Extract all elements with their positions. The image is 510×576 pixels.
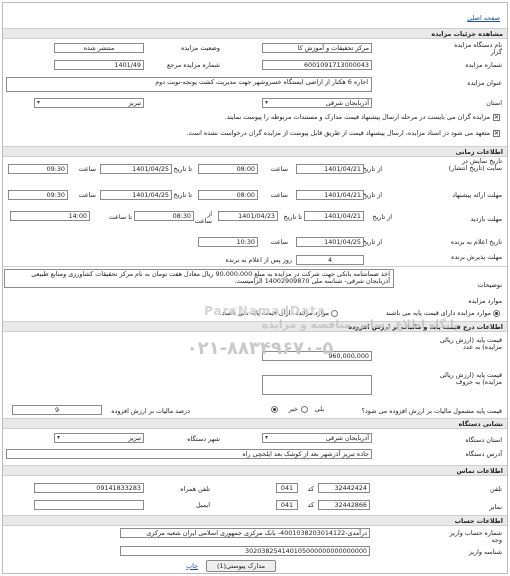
device-city-select-value: تبریز xyxy=(128,434,141,442)
offer-deadline-label: مهلت ارائه پیشنهاد xyxy=(452,191,502,199)
announce-date: 1401/04/25 xyxy=(296,237,364,247)
fax-number-field: 32442866 xyxy=(318,500,370,510)
watermark-tagline: پایگاه اطلاع رسانی مناقصه و مزایده xyxy=(261,318,459,331)
tender-items-label: موارد مزایده xyxy=(468,297,502,305)
device-address-field: جاده تبریز آذرشهر بعد از کوشک بعد ایلخچی… xyxy=(6,449,372,459)
city-select-value: تبریز xyxy=(128,99,141,107)
visit-from-time-label: از ساعت xyxy=(194,210,212,225)
vat-no-radio[interactable] xyxy=(271,406,278,413)
section-timing-header: اطلاعات زمانی xyxy=(3,146,507,157)
accept-deadline-label: مهلت پذیرش برنده xyxy=(451,253,502,261)
offer-to-date: 1401/04/25 xyxy=(100,190,172,200)
commit-text: متعهد می شود در اسناد مزایده، ارسال پیشن… xyxy=(186,129,490,137)
org-field: مرکز تحقیقات و آموزش کا xyxy=(262,43,372,53)
visit-deadline-label: مهلت بازدید xyxy=(470,215,502,223)
description-field: اخذ ضمانتنامه بانکی جهت شرکت در مزایده ب… xyxy=(4,269,394,288)
vat-yes-radio[interactable] xyxy=(301,406,308,413)
offer-from-date: 1401/04/21 xyxy=(296,190,364,200)
vat-no-label: خیر xyxy=(288,405,298,413)
city-select[interactable]: تبریز xyxy=(34,98,144,108)
fax-label: نمابر xyxy=(489,503,502,511)
phone-number-field: 32442424 xyxy=(318,483,370,493)
email-field xyxy=(34,500,144,510)
display-from-time-label: ساعت xyxy=(270,165,288,173)
offer-to-time-label: ساعت xyxy=(78,191,96,199)
title-field: اجاره 6 هکتار از اراضی ایستگاه خسروشهر ج… xyxy=(6,77,372,92)
with-base-price-radio[interactable] xyxy=(493,310,500,317)
number-label: شماره مزایده xyxy=(465,61,502,69)
visit-from-time: 08:30 xyxy=(134,211,194,221)
visit-to-time-label: تا ساعت xyxy=(108,213,132,221)
phone-code-field: 041 xyxy=(276,483,298,493)
device-province-label: استان دستگاه xyxy=(465,436,502,444)
description-label: توضیحات xyxy=(477,281,502,289)
fax-code-field: 041 xyxy=(276,500,298,510)
province-select[interactable]: آذربایجان شرقی xyxy=(262,98,372,108)
accept-days-field: 4 xyxy=(296,255,364,265)
display-to-time-label: ساعت xyxy=(78,165,96,173)
watermark-phone: ۰۲۱-۸۸۳۴۹۶۷۰-۵ xyxy=(186,338,334,359)
display-date-label: تاریخ نمایش در سایت (تاریخ انتشار) xyxy=(448,157,502,172)
attach-docs-checkbox[interactable]: ✕ xyxy=(493,114,500,121)
vat-percent-label: درصد مالیات بر ارزش افزوده xyxy=(111,407,190,415)
device-address-label: آدرس دستگاه xyxy=(465,450,503,458)
province-select-value: آذربایجان شرقی xyxy=(325,99,369,107)
province-label: استان xyxy=(486,99,502,107)
offer-from-time-label: ساعت xyxy=(270,191,288,199)
email-label: ایمیل xyxy=(195,501,210,509)
device-province-select-value: آذربایجان شرقی xyxy=(325,434,369,442)
number-field: 6001091713000043 xyxy=(262,60,372,70)
vat-question: قیمت پایه مشمول مالیات بر ارزش افزوده می… xyxy=(361,407,502,415)
ref-number-field: 1401/49 xyxy=(54,60,144,70)
visit-to-time: 14:00 xyxy=(10,211,90,221)
attach-docs-text: مزایده گران می بایست در مرحله ارسال پیشن… xyxy=(224,113,490,121)
status-field: منتشر شده xyxy=(54,43,144,53)
display-to-date: 1401/04/25 xyxy=(100,164,172,174)
status-label: وضعیت مزایده xyxy=(180,44,220,52)
sheba-field: 302038254140105000000000000000 xyxy=(120,546,370,556)
vat-percent-field: 9 xyxy=(12,405,102,415)
announce-time-label: ساعت xyxy=(270,238,288,246)
org-label: نام دستگاه مزایده گزار xyxy=(454,41,502,56)
phone-code-label: کد xyxy=(307,485,314,493)
title-label: عنوان مزایده xyxy=(467,79,502,87)
deposit-account-label: شماره حساب واریز وجه xyxy=(449,529,502,544)
visit-from-date: 1401/04/21 xyxy=(304,211,364,221)
offer-from-time: 08:00 xyxy=(198,190,258,200)
offer-to-time: 09:30 xyxy=(8,190,68,200)
home-link[interactable]: صفحه اصلی xyxy=(467,14,500,22)
display-from-date: 1401/04/21 xyxy=(296,164,364,174)
accept-days-suffix: روز پس از اعلام به برنده xyxy=(225,256,292,264)
watermark-brand: ParsNamadData xyxy=(204,304,326,318)
sheba-label: شناسه واریز xyxy=(468,548,502,556)
ref-number-label: شماره مزایده مرجع xyxy=(166,61,220,69)
display-from-time: 08:00 xyxy=(198,164,258,174)
base-price-rial-label: قیمت پایه (ارزش ریالی مزایده) به عدد xyxy=(439,336,502,351)
base-price-words-field xyxy=(262,375,372,395)
print-link[interactable]: چاپ xyxy=(186,562,198,570)
visit-to-date: 1401/04/23 xyxy=(218,211,278,221)
section-contact-header: اطلاعات تماس xyxy=(3,465,507,476)
device-province-select[interactable]: آذربایجان شرقی xyxy=(262,433,372,443)
display-to-time: 09:30 xyxy=(8,164,68,174)
announce-time: 10:30 xyxy=(198,237,258,247)
mobile-label: تلفن همراه xyxy=(180,485,210,493)
phone-label: تلفن xyxy=(490,485,502,493)
fax-code-label: کد xyxy=(307,501,314,509)
vat-yes-label: بلی xyxy=(314,405,324,413)
device-city-label: شهر دستگاه xyxy=(187,435,220,443)
section-details-header: مشاهده جزئیات مزایده xyxy=(3,28,507,39)
mobile-field: 09141833283 xyxy=(34,483,144,493)
section-accounts-header: اطلاعات حساب xyxy=(3,515,507,526)
visit-from-label: از تاریخ xyxy=(372,213,392,221)
announce-label: تاریخ اعلام به برنده xyxy=(450,238,502,246)
base-price-words-label: قیمت پایه (ارزش ریالی مزایده) به حروف xyxy=(439,371,502,386)
section-device-header: نشانی دستگاه xyxy=(3,418,507,429)
attachments-button[interactable]: مدارک پیوستی(1) xyxy=(206,560,276,572)
commit-checkbox[interactable]: ✕ xyxy=(493,130,500,137)
section-tender-divider xyxy=(3,266,507,267)
deposit-account-field: درآمدی-4001038203014122- بانک مرکزی جمهو… xyxy=(120,528,370,538)
device-city-select[interactable]: تبریز xyxy=(54,433,144,443)
